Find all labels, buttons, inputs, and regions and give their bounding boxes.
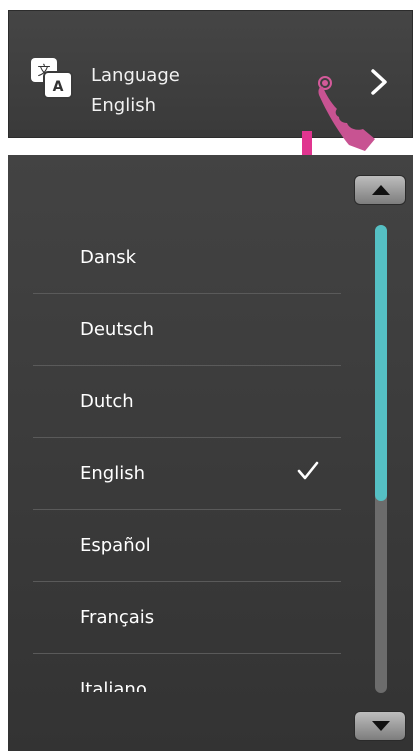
language-item-dansk[interactable]: Dansk [33, 222, 341, 294]
language-label: Dansk [80, 247, 137, 268]
language-label: Dutch [80, 391, 134, 412]
language-item-italiano[interactable]: Italiano [33, 654, 341, 692]
language-item-espanol[interactable]: Español [33, 510, 341, 582]
language-label: Español [80, 535, 151, 556]
language-item-francais[interactable]: Français [33, 582, 341, 654]
language-list: Dansk Deutsch Dutch English Español Fran… [8, 155, 348, 692]
setting-title: Language [91, 65, 180, 86]
check-icon [297, 461, 319, 480]
language-item-deutsch[interactable]: Deutsch [33, 294, 341, 366]
caret-up-icon [372, 185, 390, 195]
translate-icon: 文 A [31, 58, 73, 99]
scroll-up-button[interactable] [354, 175, 406, 205]
language-list-panel: Dansk Deutsch Dutch English Español Fran… [8, 155, 413, 751]
language-label: Italiano [80, 679, 147, 692]
scroll-thumb[interactable] [375, 225, 387, 501]
svg-text:A: A [53, 79, 64, 95]
language-item-english[interactable]: English [33, 438, 341, 510]
scroll-track[interactable] [375, 225, 387, 693]
scroll-down-button[interactable] [354, 711, 406, 741]
language-setting-row[interactable]: 文 A Language English [8, 10, 413, 151]
caret-down-icon [372, 721, 390, 731]
setting-value: English [91, 95, 156, 116]
language-label: Français [80, 607, 155, 628]
language-item-dutch[interactable]: Dutch [33, 366, 341, 438]
hand-pointer-icon [318, 76, 375, 151]
language-label: English [80, 463, 145, 484]
language-label: Deutsch [80, 319, 155, 340]
